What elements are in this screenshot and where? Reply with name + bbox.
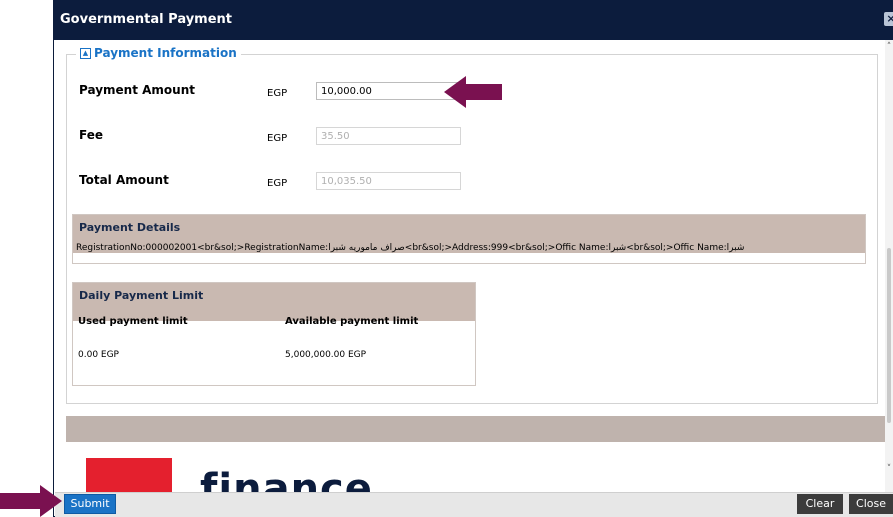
close-button[interactable]: Close [849,494,893,514]
legend-label: Payment Information [94,46,237,60]
payment-amount-label: Payment Amount [79,83,195,97]
clear-button[interactable]: Clear [797,494,843,514]
payment-details-text: RegistrationNo:000002001<br&sol;>Registr… [76,243,745,253]
total-amount-currency: EGP [267,178,288,189]
daily-payment-limit-panel: Daily Payment Limit [72,282,476,386]
fee-input [316,127,461,145]
payment-amount-currency: EGP [267,88,288,99]
payment-details-panel: Payment Details [72,214,866,264]
scrollbar-thumb[interactable] [887,248,891,423]
scroll-up-icon[interactable]: ˄ [885,42,893,52]
fee-currency: EGP [267,133,288,144]
close-icon[interactable]: × [884,12,893,26]
dialog-title: Governmental Payment [60,12,233,27]
submit-button[interactable]: Submit [64,494,116,514]
payment-information-legend[interactable]: ▲ Payment Information [76,46,241,60]
footer-gray-bar [66,416,888,442]
bank-logo-mark [86,458,172,492]
payment-amount-input[interactable] [316,82,461,100]
total-amount-label: Total Amount [79,173,169,187]
total-amount-input [316,172,461,190]
fee-label: Fee [79,128,103,142]
annotation-arrow-left-icon [444,76,502,108]
used-payment-limit-label: Used payment limit [78,316,188,327]
collapse-icon[interactable]: ▲ [80,48,91,59]
scroll-down-icon[interactable]: ˅ [885,464,893,474]
dialog-button-bar [55,492,893,517]
available-payment-limit-value: 5,000,000.00 EGP [285,350,367,360]
annotation-arrow-right-icon [0,485,62,517]
available-payment-limit-label: Available payment limit [285,316,419,327]
used-payment-limit-value: 0.00 EGP [78,350,119,360]
